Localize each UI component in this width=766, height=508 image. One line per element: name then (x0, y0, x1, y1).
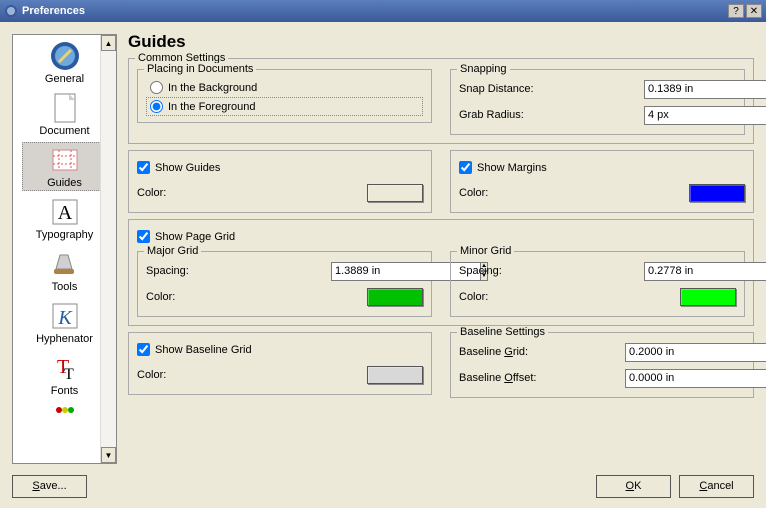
baseline-grid-input[interactable] (625, 343, 766, 362)
sidebar-item-more[interactable] (22, 402, 107, 419)
minor-grid-group: Minor Grid Spacing: ▲▼ Color: (450, 251, 745, 317)
ok-button[interactable]: OK (596, 475, 671, 498)
sidebar-item-document[interactable]: Document (22, 90, 107, 139)
scroll-up-button[interactable]: ▲ (101, 35, 116, 51)
placing-group: Placing in Documents In the Background I… (137, 69, 432, 123)
sidebar-item-hyphenator[interactable]: K Hyphenator (22, 298, 107, 347)
baseline-offset-label: Baseline Offset: (459, 372, 536, 384)
radio-foreground[interactable]: In the Foreground (146, 97, 423, 116)
minor-color-swatch[interactable] (680, 288, 736, 306)
margins-color-swatch[interactable] (689, 184, 745, 202)
page-title: Guides (128, 32, 754, 52)
major-spacing-spinner[interactable]: ▲▼ (331, 262, 423, 281)
radio-background[interactable]: In the Background (146, 78, 423, 97)
show-guides-label: Show Guides (155, 162, 220, 174)
guides-color-swatch[interactable] (367, 184, 423, 202)
baseline-offset-input[interactable] (625, 369, 766, 388)
grab-radius-label: Grab Radius: (459, 109, 524, 121)
baseline-offset-spinner[interactable]: ▲▼ (625, 369, 745, 388)
radio-background-input[interactable] (150, 81, 163, 94)
common-settings-group: Common Settings Placing in Documents In … (128, 58, 754, 144)
snap-distance-spinner[interactable]: ▲▼ (644, 80, 736, 99)
minor-spacing-input[interactable] (644, 262, 766, 281)
svg-text:T: T (64, 366, 74, 383)
major-spacing-label: Spacing: (146, 265, 189, 277)
show-page-grid-label: Show Page Grid (155, 231, 235, 243)
main-panel: Guides Common Settings Placing in Docume… (128, 32, 754, 460)
sidebar-item-guides[interactable]: Guides (22, 142, 107, 191)
scroll-down-button[interactable]: ▼ (101, 447, 116, 463)
radio-foreground-input[interactable] (150, 100, 163, 113)
show-page-grid-checkbox[interactable] (137, 230, 150, 243)
show-margins-label: Show Margins (477, 162, 547, 174)
titlebar: Preferences ? ✕ (0, 0, 766, 22)
sidebar-item-typography[interactable]: A Typography (22, 194, 107, 243)
margins-color-label: Color: (459, 187, 488, 199)
sidebar-item-fonts[interactable]: TT Fonts (22, 350, 107, 399)
hyphenator-icon: K (49, 300, 81, 332)
show-margins-group: Show Margins Color: (450, 150, 754, 213)
bottom-bar: Save... OK Cancel (0, 464, 766, 508)
sidebar-item-tools[interactable]: Tools (22, 246, 107, 295)
snap-distance-label: Snap Distance: (459, 83, 534, 95)
guides-color-label: Color: (137, 187, 166, 199)
baseline-color-swatch[interactable] (367, 366, 423, 384)
svg-text:A: A (57, 202, 72, 224)
app-icon (4, 4, 18, 18)
snap-distance-input[interactable] (644, 80, 766, 99)
major-grid-group: Major Grid Spacing: ▲▼ Color: (137, 251, 432, 317)
guides-icon (49, 144, 81, 176)
typography-icon: A (49, 196, 81, 228)
major-color-label: Color: (146, 291, 175, 303)
minor-spacing-spinner[interactable]: ▲▼ (644, 262, 736, 281)
show-margins-checkbox[interactable] (459, 161, 472, 174)
general-icon (49, 40, 81, 72)
sidebar: General Document Guides A Typography (12, 34, 117, 464)
tools-icon (49, 248, 81, 280)
show-baseline-label: Show Baseline Grid (155, 344, 252, 356)
grab-radius-spinner[interactable]: ▲▼ (644, 106, 736, 125)
show-guides-group: Show Guides Color: (128, 150, 432, 213)
svg-text:K: K (57, 307, 73, 329)
show-baseline-checkbox[interactable] (137, 343, 150, 356)
snapping-group: Snapping Snap Distance: ▲▼ Grab Radius: (450, 69, 745, 135)
baseline-settings-group: Baseline Settings Baseline Grid: ▲▼ Base… (450, 332, 754, 398)
close-button[interactable]: ✕ (746, 4, 762, 18)
baseline-grid-label: Baseline Grid: (459, 346, 528, 358)
sidebar-scrollbar[interactable]: ▲ ▼ (100, 35, 116, 463)
baseline-grid-group: Show Baseline Grid Color: (128, 332, 432, 395)
document-icon (49, 92, 81, 124)
sidebar-item-general[interactable]: General (22, 38, 107, 87)
more-icon (49, 404, 81, 416)
save-button[interactable]: Save... (12, 475, 87, 498)
baseline-grid-spinner[interactable]: ▲▼ (625, 343, 745, 362)
cancel-button[interactable]: Cancel (679, 475, 754, 498)
minor-spacing-label: Spacing: (459, 265, 502, 277)
baseline-color-label: Color: (137, 369, 166, 381)
page-grid-group: Show Page Grid Major Grid Spacing: ▲▼ (128, 219, 754, 326)
minor-color-label: Color: (459, 291, 488, 303)
fonts-icon: TT (49, 352, 81, 384)
show-guides-checkbox[interactable] (137, 161, 150, 174)
window-title: Preferences (22, 5, 85, 17)
help-button[interactable]: ? (728, 4, 744, 18)
major-color-swatch[interactable] (367, 288, 423, 306)
grab-radius-input[interactable] (644, 106, 766, 125)
